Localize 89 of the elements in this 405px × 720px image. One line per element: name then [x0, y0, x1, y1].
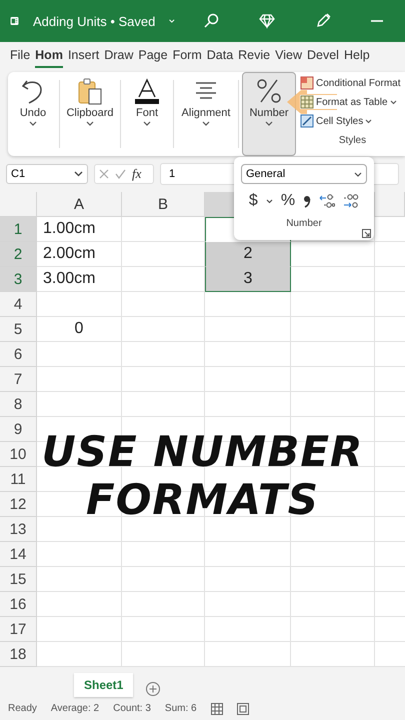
decrease-decimal-icon[interactable] — [343, 193, 360, 209]
ribbon-group-button[interactable]: Clipboard — [63, 72, 117, 156]
table-cell-text: 2.00cm — [42, 244, 96, 264]
row-header[interactable]: 10 — [0, 442, 37, 467]
chevron-down-icon — [29, 121, 37, 127]
currency-button[interactable]: $ — [248, 192, 258, 210]
status-text: Ready — [8, 703, 37, 714]
cell-style-icon — [300, 114, 314, 128]
grid-view-icon[interactable] — [210, 702, 223, 714]
clipboard-icon — [76, 77, 104, 105]
chevron-down-icon[interactable] — [169, 17, 175, 25]
column-header[interactable]: A — [37, 192, 122, 217]
status-stat: Average: 2 — [50, 703, 100, 714]
row-header[interactable]: 8 — [0, 392, 37, 417]
row-header[interactable]: 2 — [0, 242, 37, 267]
row-header[interactable]: 13 — [0, 517, 37, 542]
table-cell-text: 1.00cm — [42, 219, 96, 239]
ribbon-tab[interactable]: View — [275, 44, 302, 68]
row-header[interactable]: 5 — [0, 317, 37, 342]
table-cell-text: 0 — [74, 319, 84, 339]
styles-menu-item[interactable]: Cell Styles — [300, 114, 372, 128]
chevron-down-icon — [265, 121, 273, 127]
row-header[interactable]: 4 — [0, 292, 37, 317]
ribbon-tab[interactable]: Data — [206, 44, 234, 68]
comma-style-icon[interactable] — [303, 194, 312, 208]
ribbon-tab[interactable]: Hom — [35, 44, 63, 68]
search-icon[interactable] — [203, 13, 219, 29]
dialog-launcher-icon[interactable] — [362, 229, 371, 238]
chevron-down-icon — [354, 172, 362, 176]
row-header[interactable]: 12 — [0, 492, 37, 517]
insert-function-button[interactable]: fx — [132, 166, 142, 182]
format-select-field[interactable]: General — [241, 164, 367, 184]
table-format-icon — [300, 76, 314, 90]
font-color-icon — [133, 77, 161, 105]
styles-menu-item[interactable]: Format as Table — [300, 95, 397, 109]
table-icon — [300, 95, 314, 109]
chevron-down-icon — [74, 171, 83, 177]
row-header[interactable]: 9 — [0, 417, 37, 442]
chevron-down-icon — [86, 121, 94, 127]
ribbon-tab[interactable]: Insert — [68, 44, 100, 68]
caption-text: FORMATS — [86, 478, 319, 522]
table-cell: 2 — [205, 242, 291, 267]
row-header[interactable]: 15 — [0, 567, 37, 592]
chevron-down-icon — [143, 121, 151, 127]
percent-icon — [255, 77, 283, 105]
status-stat: Sum: 6 — [164, 703, 197, 714]
document-title[interactable]: Adding Units • Saved — [33, 14, 156, 28]
pen-icon[interactable] — [315, 13, 331, 29]
row-header[interactable]: 16 — [0, 592, 37, 617]
table-cell-text: 3.00cm — [42, 269, 96, 289]
chevron-down-icon[interactable] — [266, 198, 273, 204]
check-icon[interactable] — [115, 169, 126, 179]
ribbon-group-button[interactable]: Undo — [10, 72, 56, 156]
table-cell: 3 — [205, 267, 291, 292]
ribbon-tab[interactable]: Revie — [238, 44, 270, 68]
styles-menu-item[interactable]: Conditional Format — [300, 76, 400, 90]
chevron-down-icon — [365, 118, 372, 124]
row-header[interactable]: 3 — [0, 267, 37, 292]
group-label: Number — [286, 218, 322, 229]
status-stat: Count: 3 — [113, 703, 151, 714]
page-layout-icon[interactable] — [236, 702, 249, 714]
ribbon-tab[interactable]: File — [10, 44, 30, 68]
row-header[interactable]: 14 — [0, 542, 37, 567]
percent-button[interactable]: % — [280, 192, 296, 210]
row-header[interactable]: 1 — [0, 217, 37, 242]
name-box[interactable]: C1 — [6, 164, 88, 184]
ribbon-tab[interactable]: Form — [172, 44, 202, 68]
increase-decimal-icon[interactable] — [319, 193, 336, 209]
ribbon-tab[interactable]: Help — [344, 44, 370, 68]
minimize-icon[interactable] — [371, 19, 383, 23]
diamond-icon[interactable] — [259, 13, 275, 29]
column-header[interactable]: B — [122, 192, 205, 217]
add-sheet-icon[interactable] — [145, 681, 162, 697]
ribbon-group-button[interactable]: Number — [242, 72, 296, 156]
ribbon-tab[interactable]: Draw — [104, 44, 134, 68]
ribbon-tab[interactable]: Devel — [307, 44, 339, 68]
chevron-down-icon — [202, 121, 210, 127]
row-header[interactable]: 6 — [0, 342, 37, 367]
row-header[interactable]: 7 — [0, 367, 37, 392]
ribbon-group-button[interactable]: Font — [124, 72, 170, 156]
ribbon-tab[interactable]: Page — [138, 44, 168, 68]
caption-text: USE NUMBER — [42, 430, 364, 474]
ribbon-group-button[interactable]: Alignment — [177, 72, 235, 156]
row-header[interactable]: 18 — [0, 642, 37, 667]
chevron-down-icon — [390, 100, 397, 104]
group-label: Styles — [338, 135, 366, 146]
row-header[interactable]: 11 — [0, 467, 37, 492]
row-header[interactable]: 17 — [0, 617, 37, 642]
sheet-tab[interactable]: Sheet1 — [74, 673, 134, 697]
